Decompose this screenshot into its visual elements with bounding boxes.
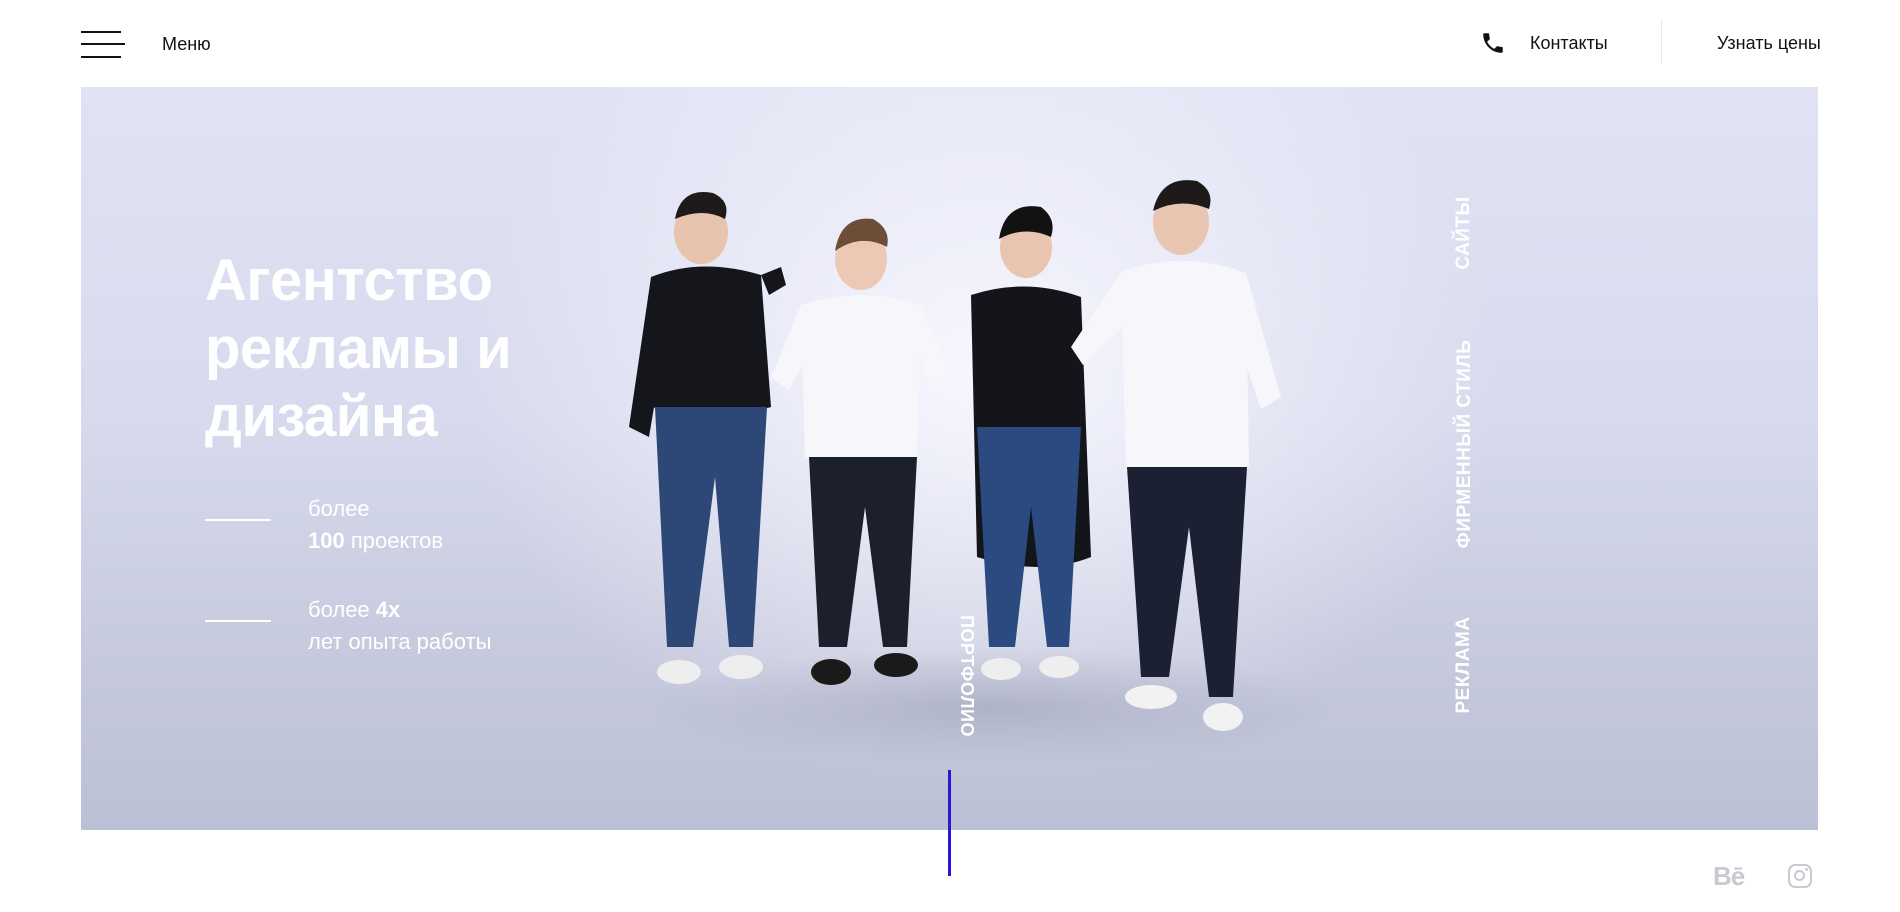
stat-number: 100 xyxy=(308,528,345,553)
side-nav-branding[interactable]: ФИРМЕННЫЙ СТИЛЬ xyxy=(1454,314,1478,574)
stat-divider xyxy=(205,519,271,521)
stat-prefix: более xyxy=(308,496,370,521)
site-header: Меню Контакты Узнать цены xyxy=(0,0,1900,87)
contacts-link[interactable]: Контакты xyxy=(1480,28,1608,58)
stat-experience: более 4х лет опыта работы xyxy=(205,594,491,658)
phone-icon[interactable] xyxy=(1480,30,1506,56)
side-nav-sites[interactable]: САЙТЫ xyxy=(1453,178,1477,288)
portfolio-link[interactable]: ПОРТФОЛИО xyxy=(955,611,977,741)
stat-suffix: лет опыта работы xyxy=(308,629,492,654)
menu-button[interactable]: Меню xyxy=(81,28,211,60)
person-4 xyxy=(1071,180,1281,731)
contacts-label[interactable]: Контакты xyxy=(1530,33,1608,54)
hero-title: Агентство рекламы и дизайна xyxy=(205,248,512,449)
stat-suffix: проектов xyxy=(350,528,444,553)
stat-number: 4х xyxy=(375,597,401,622)
header-divider xyxy=(1661,20,1662,64)
person-2 xyxy=(771,218,951,685)
hero-banner: Агентство рекламы и дизайна более 100 пр… xyxy=(81,87,1818,830)
stat-projects: более 100 проектов xyxy=(205,493,443,557)
behance-icon[interactable]: Bē xyxy=(1713,861,1745,892)
side-nav-advertising[interactable]: РЕКЛАМА xyxy=(1453,595,1477,735)
stat-prefix: более xyxy=(308,597,370,622)
menu-label[interactable]: Меню xyxy=(162,34,211,55)
burger-menu-icon[interactable] xyxy=(81,29,125,59)
scroll-indicator-line xyxy=(948,770,951,876)
get-prices-link[interactable]: Узнать цены xyxy=(1717,28,1821,58)
person-1 xyxy=(629,192,786,684)
team-photo xyxy=(629,180,1281,731)
stat-divider xyxy=(205,620,271,622)
person-3 xyxy=(971,206,1091,680)
instagram-icon[interactable] xyxy=(1788,864,1812,888)
